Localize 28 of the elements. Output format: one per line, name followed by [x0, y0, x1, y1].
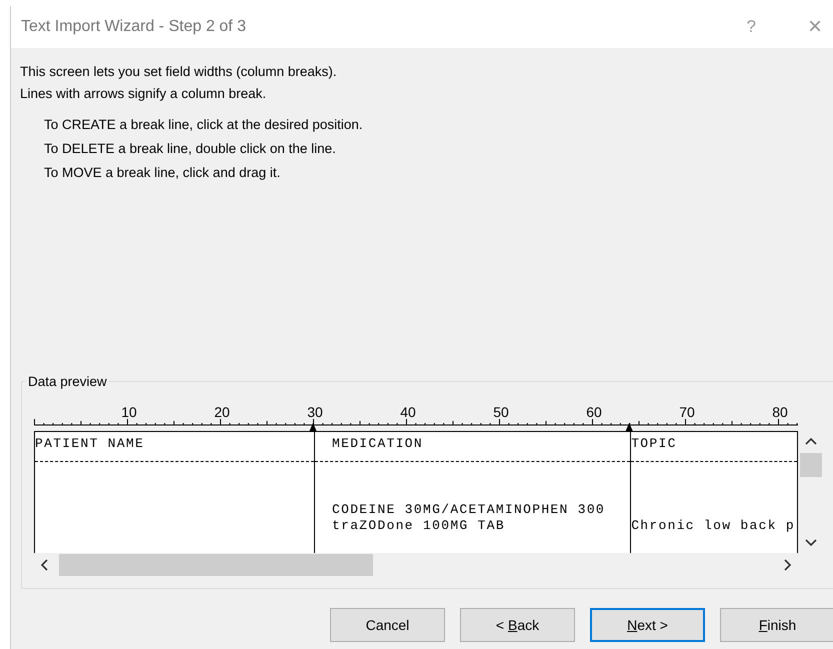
ruler-label: 80 — [772, 404, 788, 420]
ruler-label: 70 — [679, 404, 695, 420]
column-header: TOPIC — [631, 436, 678, 452]
ruler-label: 60 — [586, 404, 602, 420]
ruler-label: 30 — [307, 404, 323, 420]
column-header: PATIENT NAME — [35, 436, 146, 452]
wizard-button[interactable]: < Back — [460, 608, 575, 642]
instruction-text: This screen lets you set field widths (column breaks). — [20, 63, 338, 81]
ruler-label: 40 — [400, 404, 416, 420]
instruction-text: To MOVE a break line, click and drag it. — [44, 164, 282, 182]
window-title: Text Import Wizard - Step 2 of 3 — [21, 18, 247, 36]
table-cell-text: CODEINE 30MG/ACETAMINOPHEN 300 — [331, 502, 606, 518]
instruction-text: To DELETE a break line, double click on the line. — [44, 140, 337, 158]
scroll-thumb[interactable] — [800, 453, 822, 477]
ruler-scale[interactable] — [34, 418, 798, 426]
scroll-thumb[interactable] — [59, 554, 373, 576]
column-header: MEDICATION — [331, 436, 424, 452]
ruler-label: 50 — [493, 404, 509, 420]
instruction-text: Lines with arrows signify a column break. — [20, 85, 268, 103]
instruction-text: To CREATE a break line, click at the desired position. — [44, 116, 364, 134]
ruler-label: 10 — [121, 404, 137, 420]
wizard-button[interactable]: Cancel — [330, 608, 445, 642]
ruler-label: 20 — [214, 404, 230, 420]
wizard-button[interactable]: Finish — [720, 608, 833, 642]
wizard-button[interactable]: Next > — [590, 608, 705, 642]
group-title: Data preview — [26, 374, 109, 390]
table-cell-text: Chronic low back p — [631, 518, 796, 534]
table-cell-text: traZODone 100MG TAB — [331, 518, 506, 534]
